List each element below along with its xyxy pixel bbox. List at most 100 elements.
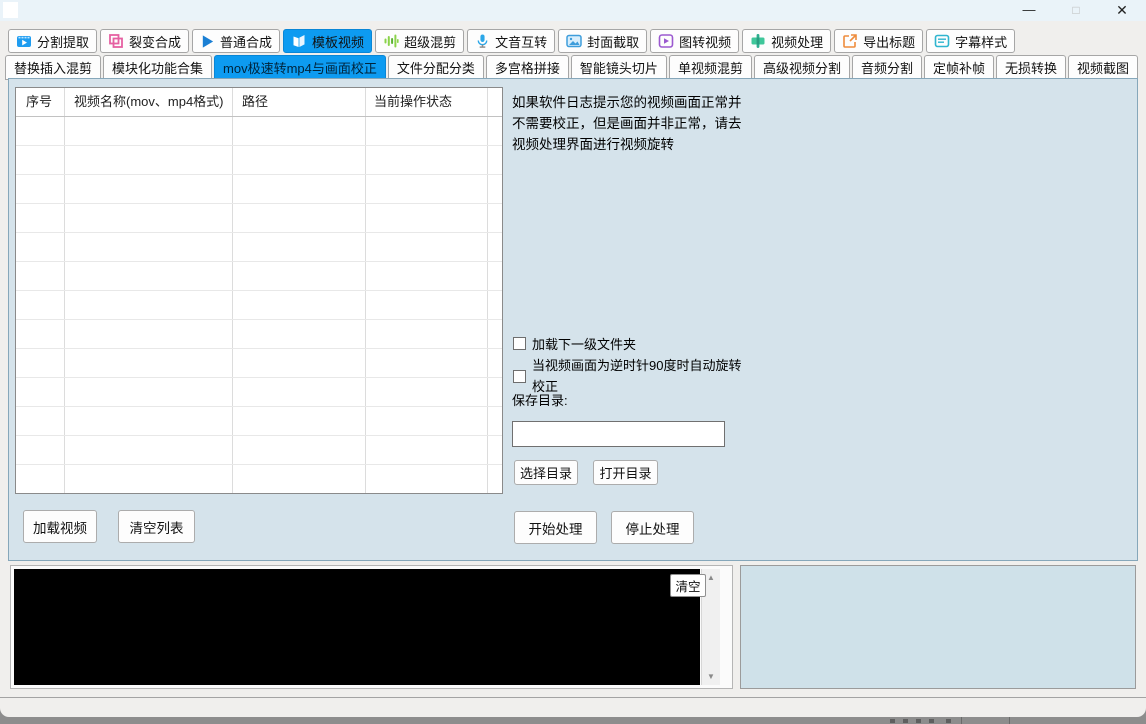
- tab-label: 导出标题: [863, 34, 916, 50]
- table-row: [16, 436, 502, 465]
- rotation-hint-text: 如果软件日志提示您的视频画面正常并 不需要校正，但是画面并非正常，请去 视频处理…: [512, 92, 744, 155]
- tray-icon: [890, 719, 895, 723]
- tab-text-audio-convert[interactable]: 文音互转: [467, 29, 556, 53]
- main-tab-bar: 分割提取 裂变合成 普通合成 模板视频 超级混剪 文音互转 封面截取 图转视频: [8, 29, 1016, 53]
- subtab-lossless-convert[interactable]: 无损转换: [996, 55, 1067, 80]
- subtab-label: 替换插入混剪: [14, 61, 93, 76]
- col-header-index: 序号: [26, 94, 53, 109]
- scroll-down-icon[interactable]: ▼: [702, 672, 720, 681]
- tray-separator: [1009, 717, 1010, 724]
- subtab-advanced-split[interactable]: 高级视频分割: [753, 55, 850, 80]
- subtab-video-snapshot[interactable]: 视频截图: [1068, 55, 1139, 80]
- hint-line: 视频处理界面进行视频旋转: [512, 137, 674, 152]
- tab-page-mov-convert: 序号 视频名称(mov、mp4格式) 路径 当前操作状态 如果软件日志提示您的视…: [8, 78, 1138, 561]
- subtab-label: 定帧补帧: [932, 61, 985, 76]
- table-row: [16, 378, 502, 407]
- hint-line: 如果软件日志提示您的视频画面正常并: [512, 95, 742, 110]
- equalizer-icon: [384, 34, 399, 48]
- fission-squares-icon: [109, 34, 123, 48]
- table-row: [16, 233, 502, 262]
- subtab-label: 智能镜头切片: [579, 61, 658, 76]
- tab-image-to-video[interactable]: 图转视频: [650, 29, 740, 53]
- tray-icon: [929, 719, 934, 723]
- subtab-label: 文件分配分类: [396, 61, 475, 76]
- load-subfolder-option: 加载下一级文件夹: [513, 334, 636, 353]
- tab-label: 视频处理: [771, 34, 824, 50]
- tab-label: 封面截取: [587, 34, 640, 50]
- minimize-button[interactable]: —: [1012, 0, 1046, 21]
- tab-video-process[interactable]: 视频处理: [742, 29, 832, 53]
- save-dir-label: 保存目录:: [512, 393, 568, 408]
- select-dir-button[interactable]: 选择目录: [514, 460, 578, 485]
- tab-label: 图转视频: [679, 34, 732, 50]
- subtab-replace-insert-mix[interactable]: 替换插入混剪: [5, 55, 102, 80]
- subtab-label: 多宫格拼接: [494, 61, 560, 76]
- col-header-name: 视频名称(mov、mp4格式): [74, 94, 224, 109]
- tab-cover-capture[interactable]: 封面截取: [558, 29, 648, 53]
- app-window: — □ ✕ 分割提取 裂变合成 普通合成 模板视频 超级混剪 文音互转 封面截取…: [0, 0, 1146, 717]
- subtab-label: 视频截图: [1077, 61, 1130, 76]
- clear-log-button[interactable]: 清空: [670, 574, 706, 597]
- table-row: [16, 291, 502, 320]
- table-row: [16, 320, 502, 349]
- tab-label: 文音互转: [495, 34, 548, 50]
- table-row: [16, 146, 502, 175]
- subtab-label: 单视频混剪: [677, 61, 743, 76]
- auto-rotate-checkbox[interactable]: [513, 370, 526, 383]
- load-subfolder-checkbox[interactable]: [513, 337, 526, 350]
- subtab-label: 高级视频分割: [762, 61, 841, 76]
- template-book-icon: [293, 35, 305, 47]
- col-header-status: 当前操作状态: [374, 94, 453, 109]
- image-play-icon: [658, 34, 674, 48]
- table-header: 序号 视频名称(mov、mp4格式) 路径 当前操作状态: [16, 88, 502, 117]
- video-split-icon: [17, 36, 31, 47]
- col-header-path: 路径: [242, 94, 269, 109]
- subtab-mov-convert-correct[interactable]: mov极速转mp4与画面校正: [214, 55, 386, 80]
- stop-process-button[interactable]: 停止处理: [611, 511, 694, 544]
- export-title-icon: [843, 34, 857, 48]
- load-video-button[interactable]: 加载视频: [23, 510, 97, 543]
- table-row: [16, 349, 502, 378]
- subtab-smart-shot-cut[interactable]: 智能镜头切片: [570, 55, 667, 80]
- table-row: [16, 465, 502, 493]
- tab-fission-compose[interactable]: 裂变合成: [100, 29, 190, 53]
- image-icon: [566, 34, 582, 48]
- subtab-label: 音频分割: [860, 61, 913, 76]
- tab-export-title[interactable]: 导出标题: [834, 29, 924, 53]
- close-button[interactable]: ✕: [1105, 0, 1139, 21]
- sub-tab-bar: 替换插入混剪 模块化功能合集 mov极速转mp4与画面校正 文件分配分类 多宫格…: [5, 55, 1139, 80]
- subtab-label: 无损转换: [1005, 61, 1058, 76]
- tab-super-mix[interactable]: 超级混剪: [375, 29, 465, 53]
- tab-subtitle-style[interactable]: 字幕样式: [926, 29, 1016, 53]
- taskbar-strip: [0, 717, 1146, 724]
- tab-split-extract[interactable]: 分割提取: [8, 29, 98, 53]
- table-row: [16, 407, 502, 436]
- subtab-file-sort[interactable]: 文件分配分类: [387, 55, 484, 80]
- app-icon: [3, 2, 18, 18]
- subtab-frame-fix[interactable]: 定帧补帧: [923, 55, 994, 80]
- subtab-single-video-mix[interactable]: 单视频混剪: [668, 55, 752, 80]
- tab-label: 模板视频: [312, 34, 365, 50]
- subtab-module-functions[interactable]: 模块化功能合集: [103, 55, 213, 80]
- tab-template-video[interactable]: 模板视频: [283, 29, 373, 53]
- maximize-button[interactable]: □: [1059, 0, 1093, 21]
- subtab-multi-grid[interactable]: 多宫格拼接: [485, 55, 569, 80]
- table-row: [16, 204, 502, 233]
- tray-separator: [961, 717, 962, 724]
- open-dir-button[interactable]: 打开目录: [593, 460, 658, 485]
- tab-normal-compose[interactable]: 普通合成: [192, 29, 281, 53]
- save-dir-input[interactable]: [512, 421, 725, 447]
- secondary-log-panel: [740, 565, 1136, 689]
- tray-icon: [946, 719, 951, 723]
- table-row: [16, 117, 502, 146]
- hint-line: 不需要校正，但是画面并非正常，请去: [512, 116, 742, 131]
- load-subfolder-label: 加载下一级文件夹: [532, 337, 637, 352]
- video-list-table: 序号 视频名称(mov、mp4格式) 路径 当前操作状态: [15, 87, 503, 494]
- play-triangle-icon: [202, 34, 214, 48]
- log-container: 清空 ▲ ▼: [10, 565, 733, 689]
- clear-list-button[interactable]: 清空列表: [118, 510, 195, 543]
- subtab-audio-split[interactable]: 音频分割: [851, 55, 922, 80]
- subtitle-style-icon: [934, 34, 950, 48]
- statusbar-divider: [0, 697, 1146, 698]
- start-process-button[interactable]: 开始处理: [514, 511, 597, 544]
